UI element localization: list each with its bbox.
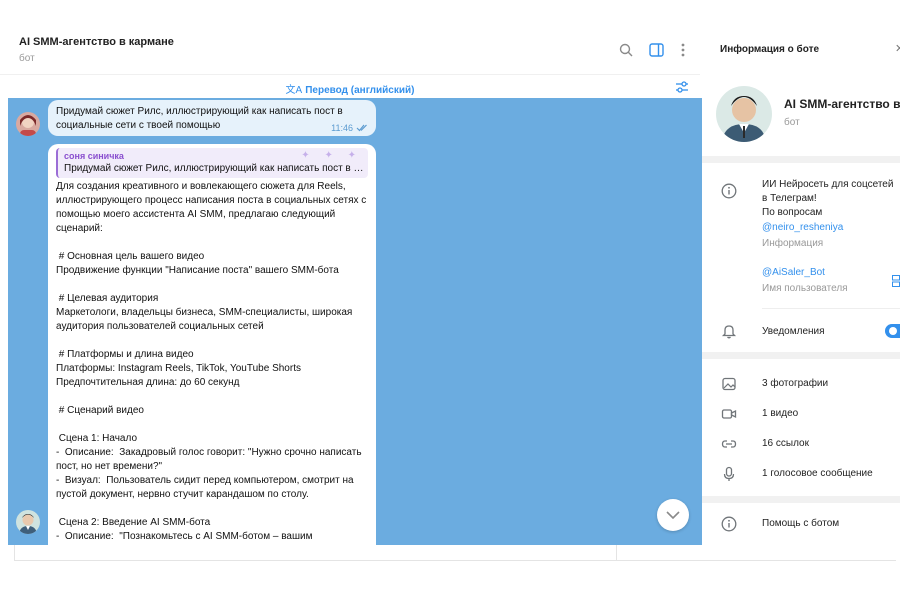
translate-settings-icon[interactable] [674,79,690,95]
description-link[interactable]: @neiro_resheniya [762,222,843,233]
user-avatar[interactable] [16,112,40,136]
notifications-toggle[interactable] [885,324,900,338]
translate-bar: 文A Перевод (английский) [0,74,700,98]
section-divider [702,352,900,359]
bot-name: AI SMM-агентство в кармане [784,97,900,111]
sidebar-toggle-icon[interactable] [646,40,666,60]
bell-icon [720,322,738,340]
description-caption: Информация [762,238,824,249]
double-check-icon [356,124,367,132]
notifications-label: Уведомления [762,326,825,337]
close-icon[interactable]: ✕ [895,42,900,55]
info-icon [720,182,738,200]
username-caption: Имя пользователя [762,283,848,294]
media-photos-label[interactable]: 3 фотографии [762,378,828,389]
chat-status: бот [19,53,35,64]
info-panel-title: Информация о боте [720,44,820,55]
section-divider [702,496,900,503]
message-input-area[interactable] [14,545,896,561]
outgoing-message[interactable]: Придумай сюжет Рилс, иллюстрирующий как … [48,100,376,136]
outgoing-message-text: Придумай сюжет Рилс, иллюстрирующий как … [56,106,343,131]
video-icon [720,405,738,423]
media-voice-label[interactable]: 1 голосовое сообщение [762,468,873,479]
bot-status: бот [784,117,800,128]
telegram-window: AI SMM-агентство в кармане бот 文A Перевод… [0,0,900,600]
translate-button[interactable]: 文A Перевод (английский) [0,81,700,96]
reply-text: Придумай сюжет Рилс, иллюстрирующий как … [64,163,364,174]
translate-label: Перевод (английский) [305,85,415,96]
qr-code-icon[interactable] [892,275,900,290]
media-videos-label[interactable]: 1 видео [762,408,798,419]
message-meta: 11:46 [331,123,368,133]
chat-header[interactable]: AI SMM-агентство в кармане бот [0,0,700,74]
chevron-down-icon [666,511,680,519]
bot-info-panel: Информация о боте ✕ AI SMM-агентство в к… [702,0,900,545]
incoming-message[interactable]: соня синичка Придумай сюжет Рилс, иллюст… [48,144,376,545]
media-links-label[interactable]: 16 ссылок [762,438,809,449]
link-icon [720,435,738,453]
input-divider [616,545,617,561]
microphone-icon [720,465,738,483]
row-divider [762,308,900,309]
help-icon [720,515,738,533]
help-with-bot-button[interactable]: Помощь с ботом [762,518,839,529]
search-icon[interactable] [616,40,636,60]
reply-quote[interactable]: соня синичка Придумай сюжет Рилс, иллюст… [56,148,368,178]
photo-icon [720,375,738,393]
incoming-message-text: Для создания креативного и вовлекающего … [56,181,367,542]
scroll-down-button[interactable] [657,499,689,531]
bot-avatar[interactable] [716,86,772,142]
bot-description: ИИ Нейросеть для соцсетей в Телеграм! По… [762,179,894,218]
translate-icon: 文A [285,85,303,96]
bot-avatar-small[interactable] [16,510,40,534]
section-divider [702,156,900,163]
chat-messages-area[interactable]: Придумай сюжет Рилс, иллюстрирующий как … [8,98,702,545]
message-time: 11:46 [331,123,353,133]
more-menu-icon[interactable] [673,40,693,60]
bot-username[interactable]: @AiSaler_Bot [762,267,825,278]
chat-title[interactable]: AI SMM-агентство в кармане [19,36,174,48]
sparkle-decoration-icon: ✦ ✦ ✦ [301,150,362,161]
